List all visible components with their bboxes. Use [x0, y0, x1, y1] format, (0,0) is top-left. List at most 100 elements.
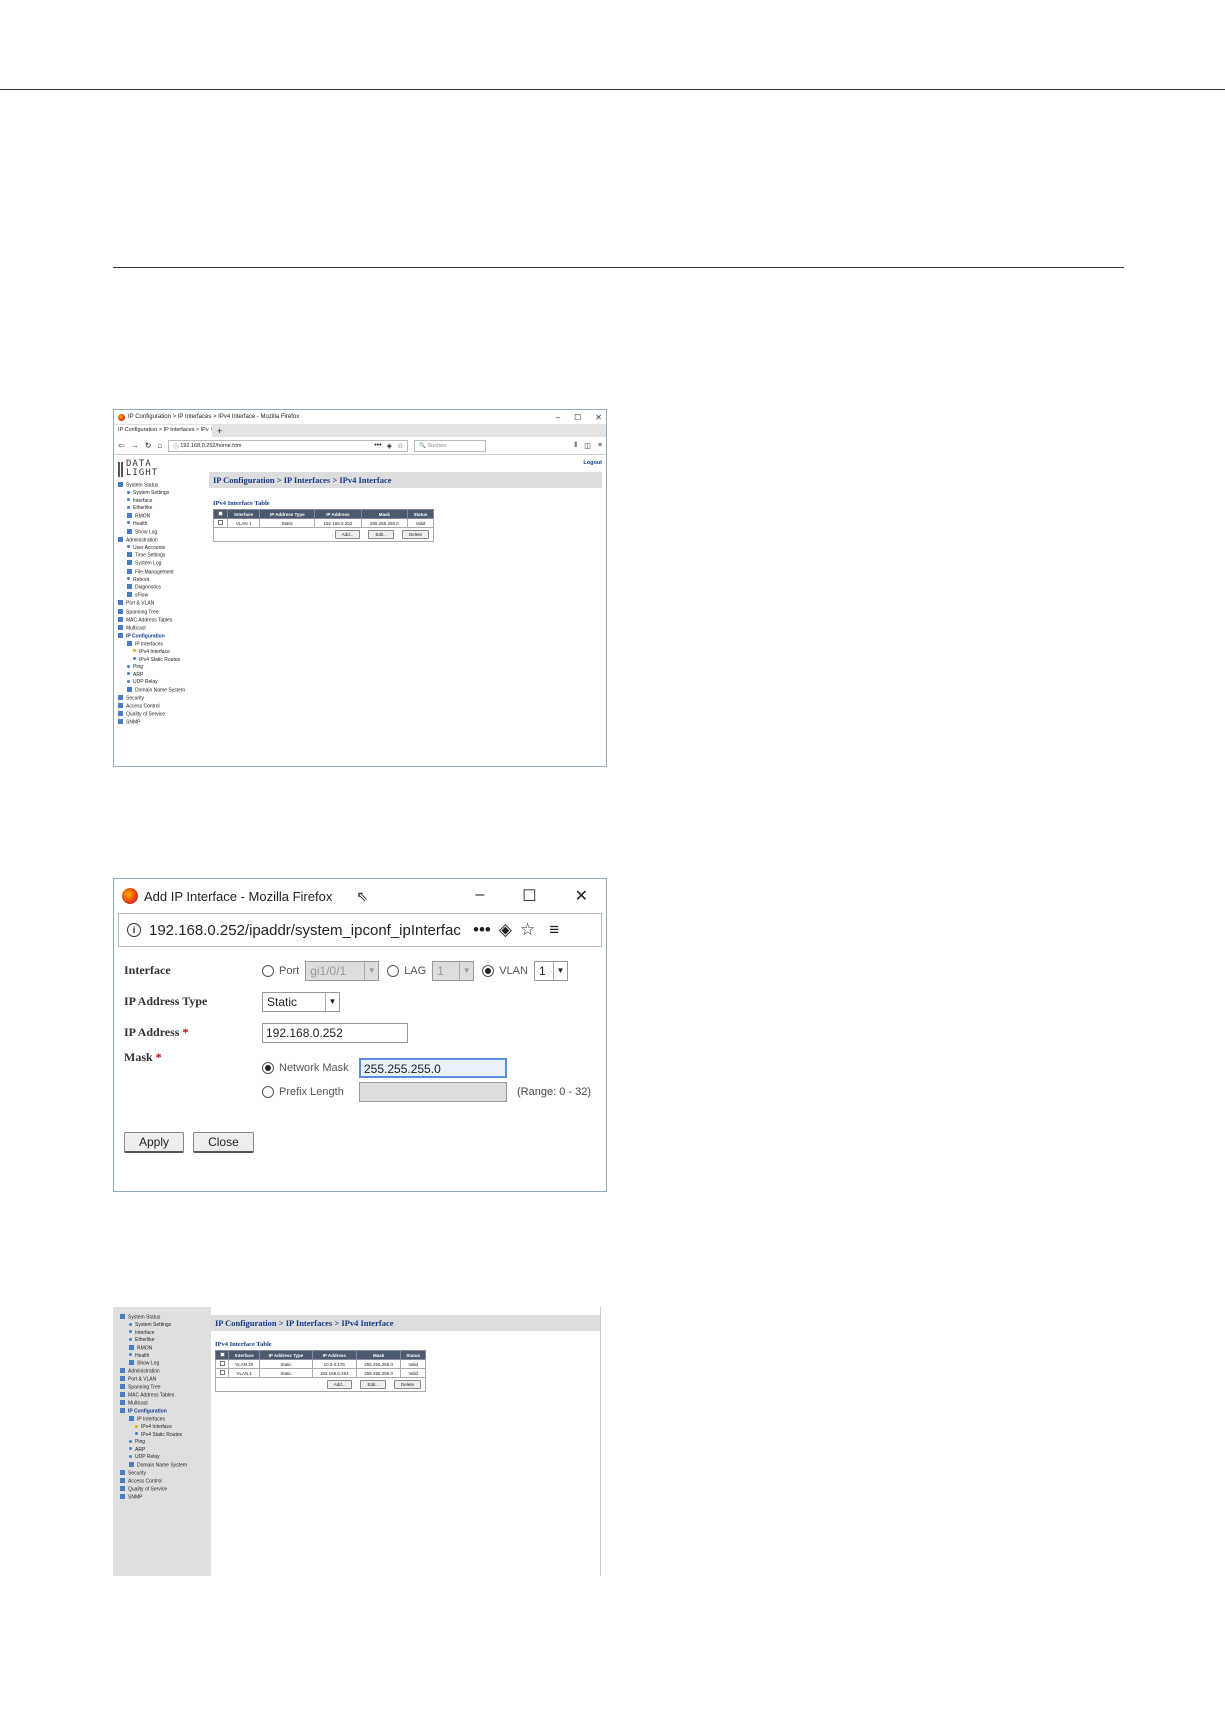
star-icon[interactable]: ☆: [397, 442, 403, 450]
prefix-length-radio[interactable]: [262, 1086, 274, 1098]
nav-item[interactable]: System Settings: [118, 490, 208, 498]
url-bar[interactable]: ⓘ 192.168.0.252/home.htm ••• ◈ ☆: [168, 439, 409, 452]
nav-item[interactable]: Administration: [118, 536, 208, 545]
nav-item[interactable]: System Status: [120, 1314, 211, 1322]
lag-radio[interactable]: [387, 964, 400, 977]
reload-icon[interactable]: ↻: [145, 441, 152, 450]
nav-item[interactable]: Security: [120, 1469, 211, 1478]
more-icon[interactable]: •••: [473, 920, 491, 940]
close-button[interactable]: Close: [193, 1132, 254, 1153]
network-mask-radio[interactable]: [262, 1062, 274, 1074]
nav-item[interactable]: Multicast: [120, 1400, 211, 1408]
nav-item[interactable]: System Status: [118, 482, 208, 490]
nav-item[interactable]: System Settings: [120, 1322, 211, 1330]
nav-item[interactable]: Show Log: [118, 528, 208, 537]
nav-item[interactable]: Etherlike: [120, 1337, 211, 1345]
library-icon[interactable]: ⫴: [574, 442, 577, 450]
nav-item[interactable]: Interface: [118, 498, 208, 506]
delete-button[interactable]: Delete: [401, 530, 429, 539]
nav-item[interactable]: Show Log: [120, 1360, 211, 1368]
close-icon[interactable]: ✕: [575, 886, 588, 906]
nav-item[interactable]: Etherlike: [118, 505, 208, 513]
nav-item[interactable]: User Accounts: [118, 545, 208, 553]
nav-item[interactable]: Port & VLAN: [118, 600, 208, 608]
nav-item[interactable]: ARP: [120, 1447, 211, 1455]
maximize-icon[interactable]: ☐: [522, 886, 536, 906]
nav-item[interactable]: ARP: [118, 672, 208, 680]
nav-item[interactable]: sFlow: [118, 592, 208, 600]
ip-type-select[interactable]: Static ▼: [262, 991, 340, 1012]
nav-item[interactable]: Interface: [120, 1330, 211, 1338]
nav-item[interactable]: Spanning Tree: [120, 1384, 211, 1392]
nav-item[interactable]: Reboot: [118, 577, 208, 585]
add-button[interactable]: Add...: [326, 1380, 353, 1389]
nav-item[interactable]: IPv4 Interface: [118, 649, 208, 657]
delete-button[interactable]: Delete: [393, 1380, 421, 1389]
nav-item[interactable]: Security: [118, 695, 208, 703]
nav-item[interactable]: Diagnostics: [118, 584, 208, 592]
menu-icon[interactable]: ≡: [549, 920, 559, 940]
nav-item[interactable]: Spanning Tree: [118, 608, 208, 617]
vlan-radio[interactable]: [482, 964, 495, 977]
nav-item[interactable]: IPv4 Static Routes: [118, 657, 208, 665]
add-button[interactable]: Add...: [334, 530, 361, 539]
nav-item[interactable]: Access Control: [120, 1477, 211, 1486]
nav-item[interactable]: UDP Relay: [120, 1454, 211, 1462]
nav-item[interactable]: IPv4 Static Routes: [120, 1432, 211, 1440]
network-mask-input[interactable]: 255.255.255.0: [359, 1058, 507, 1078]
menu-icon[interactable]: ≡: [598, 442, 602, 450]
select-all-checkbox[interactable]: [219, 1352, 225, 1357]
edit-button[interactable]: Edit...: [360, 1380, 386, 1389]
nav-item[interactable]: Quality of Service: [120, 1485, 211, 1494]
row-checkbox[interactable]: [217, 520, 223, 525]
nav-item[interactable]: Ping: [118, 664, 208, 672]
nav-item[interactable]: SNMP: [118, 719, 208, 727]
nav-item[interactable]: RMON: [118, 512, 208, 521]
nav-item[interactable]: Ping: [120, 1439, 211, 1447]
info-icon[interactable]: ⓘ: [173, 442, 180, 450]
nav-item[interactable]: IPv4 Interface: [120, 1424, 211, 1432]
nav-item[interactable]: Access Control: [118, 703, 208, 711]
edit-button[interactable]: Edit...: [368, 530, 394, 539]
more-icon[interactable]: •••: [374, 442, 381, 450]
back-icon[interactable]: ⇦: [118, 441, 125, 450]
pocket-icon[interactable]: ◈: [387, 442, 392, 450]
nav-item[interactable]: Administration: [120, 1368, 211, 1376]
nav-item[interactable]: System Log: [118, 560, 208, 568]
nav-item[interactable]: Domain Name System: [120, 1461, 211, 1470]
nav-item[interactable]: Multicast: [118, 624, 208, 633]
minimize-icon[interactable]: –: [475, 886, 484, 906]
nav-item[interactable]: SNMP: [120, 1493, 211, 1502]
select-all-checkbox[interactable]: [217, 511, 223, 516]
close-icon[interactable]: ✕: [595, 413, 602, 422]
nav-item[interactable]: MAC Address Tables: [120, 1392, 211, 1400]
logout-link[interactable]: Logout: [209, 460, 602, 466]
row-checkbox[interactable]: [219, 1361, 225, 1366]
nav-item[interactable]: RMON: [120, 1344, 211, 1353]
nav-item[interactable]: MAC Address Tables: [118, 616, 208, 625]
search-input[interactable]: 🔍 Suchen: [414, 439, 487, 452]
browser-tab[interactable]: IP Configuration > IP Interfaces > IPv ✕: [114, 425, 212, 437]
apply-button[interactable]: Apply: [124, 1132, 185, 1153]
row-checkbox[interactable]: [219, 1370, 225, 1375]
port-radio[interactable]: [262, 964, 274, 977]
maximize-icon[interactable]: ☐: [574, 413, 581, 422]
nav-item[interactable]: File Management: [118, 568, 208, 577]
info-icon[interactable]: i: [127, 923, 141, 937]
new-tab-icon[interactable]: +: [212, 425, 227, 437]
forward-icon[interactable]: →: [131, 441, 139, 450]
ip-address-input[interactable]: 192.168.0.252: [262, 1022, 408, 1043]
nav-item[interactable]: Health: [118, 521, 208, 529]
vlan-select[interactable]: 1 ▼: [533, 960, 568, 981]
minimize-icon[interactable]: –: [556, 413, 560, 422]
nav-item[interactable]: Quality of Service: [118, 711, 208, 719]
url-bar[interactable]: i 192.168.0.252/ipaddr/system_ipconf_ipI…: [118, 913, 602, 947]
nav-item[interactable]: IP Configuration: [120, 1408, 211, 1416]
home-icon[interactable]: ⌂: [157, 441, 162, 450]
nav-item[interactable]: Health: [120, 1353, 211, 1361]
nav-item[interactable]: Time Settings: [118, 552, 208, 560]
nav-item[interactable]: IP Configuration: [118, 632, 208, 641]
sidebar-icon[interactable]: ◫: [584, 442, 591, 450]
nav-item[interactable]: IP Interfaces: [118, 640, 208, 649]
star-icon[interactable]: ☆: [520, 920, 535, 940]
